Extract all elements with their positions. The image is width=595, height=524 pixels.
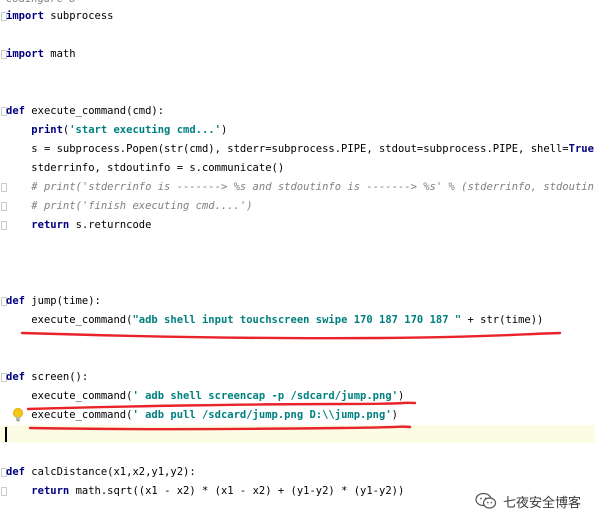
return-value: s.returncode	[75, 219, 152, 231]
keyword-def: def	[6, 105, 25, 117]
def-screen-line: def screen():	[6, 369, 88, 385]
keyword-def: def	[6, 295, 25, 307]
comment-line: # print('stderrinfo is -------> %s and s…	[31, 181, 595, 193]
current-line-highlight[interactable]	[0, 425, 595, 443]
annotation-underlines	[20, 331, 562, 431]
function-call: execute_command(	[31, 314, 133, 326]
print-start-line: print('start executing cmd...')	[31, 124, 228, 136]
communicate-line: stderrinfo, stdoutinfo = s.communicate()	[6, 160, 284, 176]
function-signature: screen():	[31, 371, 89, 383]
communicate-code: stderrinfo, stdoutinfo = s.communicate()	[31, 162, 285, 174]
string-literal: 'start executing cmd...'	[69, 124, 221, 136]
calc-return-line: return math.sqrt((x1 - x2) * (x1 - x2) +…	[6, 483, 404, 499]
code-editor[interactable]: codingurc-8 import subprocess import mat…	[0, 0, 595, 524]
module-name: math	[50, 48, 76, 60]
string-literal: ' adb shell screencap -p /sdcard/jump.pn…	[132, 390, 398, 402]
keyword-def: def	[6, 371, 25, 383]
watermark: 七夜安全博客	[475, 490, 581, 512]
keyword-return: return	[31, 219, 70, 231]
def-jump-line: def jump(time):	[6, 293, 101, 309]
wechat-icon	[475, 492, 497, 509]
return-line: return s.returncode	[6, 217, 151, 233]
import-math-line: import math	[6, 46, 76, 62]
pull-call-line: execute_command(' adb pull /sdcard/jump.…	[31, 409, 398, 421]
coding-comment-line: codingurc-8	[6, 0, 76, 7]
keyword-def: def	[6, 466, 25, 478]
call-tail: + str(time))	[461, 314, 544, 326]
function-call: execute_command(	[31, 390, 133, 402]
function-signature: jump(time):	[31, 295, 101, 307]
keyword-true: True	[568, 143, 594, 155]
import-subprocess-line: import subprocess	[6, 8, 113, 24]
def-execute-command-line: def execute_command(cmd):	[6, 103, 164, 119]
popen-line: s = subprocess.Popen(str(cmd), stderr=su…	[6, 141, 595, 157]
screencap-call-line: execute_command(' adb shell screencap -p…	[31, 390, 405, 402]
function-call: execute_command(	[31, 409, 133, 421]
function-signature: execute_command(cmd):	[31, 105, 165, 117]
module-name: subprocess	[50, 10, 114, 22]
text-caret	[5, 427, 7, 442]
function-signature: calcDistance(x1,x2,y1,y2):	[31, 466, 196, 478]
popen-code: s = subprocess.Popen(str(cmd), stderr=su…	[31, 143, 569, 155]
string-literal: "adb shell input touchscreen swipe 170 1…	[132, 314, 462, 326]
underline-jump-call	[20, 331, 562, 340]
string-literal: ' adb pull /sdcard/jump.png D:\\jump.png…	[132, 409, 392, 421]
keyword-print: print	[31, 124, 63, 136]
watermark-text: 七夜安全博客	[502, 495, 581, 511]
keyword-return: return	[31, 485, 70, 497]
def-calcdistance-line: def calcDistance(x1,x2,y1,y2):	[6, 464, 196, 480]
jump-call-line: execute_command("adb shell input touchsc…	[6, 312, 543, 328]
keyword-import: import	[6, 48, 44, 60]
comment-line: # print('finish executing cmd....')	[31, 200, 253, 212]
keyword-import: import	[6, 10, 44, 22]
return-expression: math.sqrt((x1 - x2) * (x1 - x2) + (y1-y2…	[75, 485, 405, 497]
